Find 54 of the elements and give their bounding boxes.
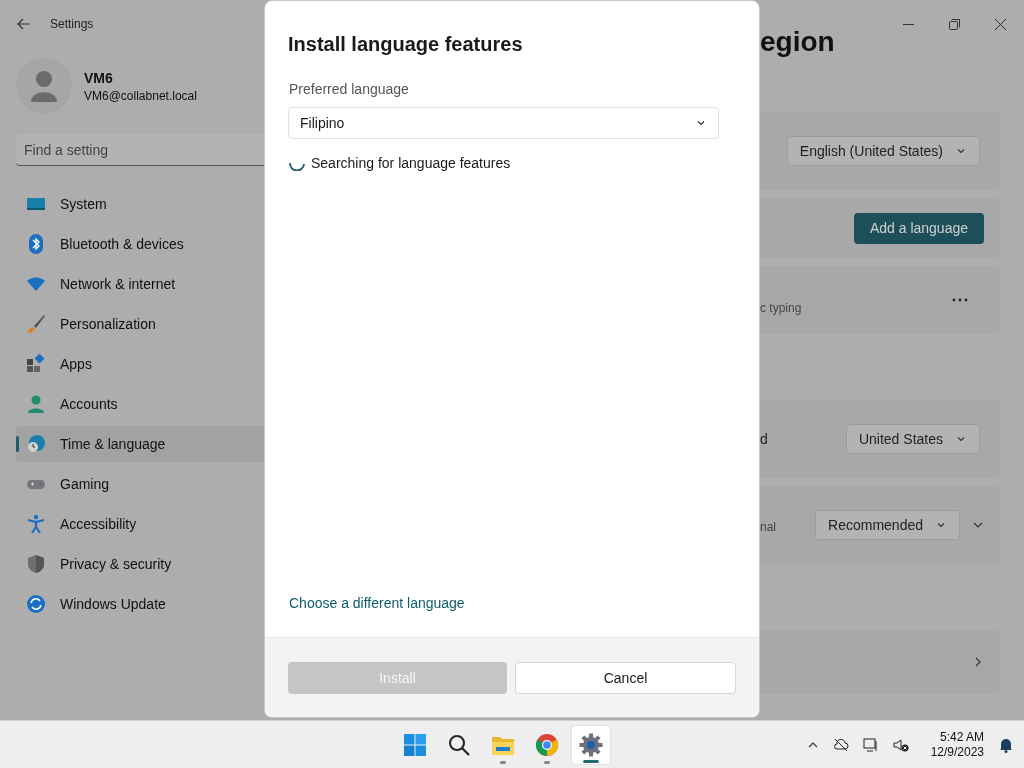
brush-icon	[26, 314, 46, 334]
sidebar-item[interactable]: Time & language	[16, 426, 264, 462]
sidebar-item[interactable]: Gaming	[16, 466, 264, 502]
dropdown[interactable]: English (United States)	[786, 136, 980, 166]
sync-icon	[26, 594, 46, 614]
card-description: c typing	[760, 300, 802, 316]
window-title: Settings	[50, 16, 94, 32]
sidebar-item[interactable]: Accounts	[16, 386, 264, 422]
sidebar-item[interactable]: Personalization	[16, 306, 264, 342]
accessibility-icon	[26, 514, 46, 534]
sidebar-item[interactable]: Apps	[16, 346, 264, 382]
search-icon[interactable]	[447, 732, 472, 757]
language-dropdown[interactable]: Filipino	[288, 107, 719, 139]
status-text: Searching for language features	[311, 154, 511, 173]
globe-clock-icon	[26, 434, 46, 454]
sidebar-item[interactable]: Privacy & security	[16, 546, 264, 582]
close-icon[interactable]	[995, 18, 1006, 30]
clock-time[interactable]: 5:42 AM	[940, 729, 984, 745]
card-description: nal	[760, 519, 776, 535]
gear-icon[interactable]	[579, 732, 604, 757]
browser-icon[interactable]	[535, 732, 560, 757]
taskbar-app[interactable]	[571, 724, 612, 765]
bluetooth-icon	[26, 234, 46, 254]
sidebar-item[interactable]: System	[16, 186, 264, 222]
dialog-title: Install language features	[288, 32, 524, 57]
person-icon	[30, 70, 58, 102]
card-label: d	[760, 430, 768, 449]
spinner-icon	[289, 161, 305, 171]
more-icon[interactable]	[952, 298, 968, 302]
person-icon	[26, 394, 46, 414]
bell-icon[interactable]	[998, 736, 1014, 753]
sidebar-item[interactable]: Accessibility	[16, 506, 264, 542]
add-language-button[interactable]: Add a language	[853, 212, 984, 244]
speaker-muted-icon[interactable]	[892, 736, 909, 753]
user-name: VM6	[84, 69, 114, 88]
sidebar-item[interactable]: Network & internet	[16, 266, 264, 302]
user-email: VM6@collabnet.local	[84, 88, 197, 104]
clock-date[interactable]: 12/9/2023	[930, 744, 984, 760]
cloud-off-icon[interactable]	[832, 736, 849, 753]
restore-icon[interactable]	[949, 18, 960, 30]
field-label: Preferred language	[289, 80, 410, 99]
network-icon[interactable]	[862, 736, 879, 753]
sidebar-item[interactable]: Windows Update	[16, 586, 264, 622]
page-title: egion	[760, 28, 836, 56]
search-field[interactable]: Find a setting	[16, 134, 264, 166]
dropdown[interactable]: United States	[845, 424, 980, 454]
choose-language-link[interactable]: Choose a different language	[289, 593, 736, 613]
sidebar-item[interactable]: Bluetooth & devices	[16, 226, 264, 262]
shield-icon	[26, 554, 46, 574]
start-icon[interactable]	[403, 732, 428, 757]
dropdown[interactable]: Recommended	[815, 510, 960, 540]
back-arrow-icon[interactable]	[16, 16, 32, 32]
apps-icon	[26, 354, 46, 374]
cancel-button[interactable]: Cancel	[515, 661, 736, 694]
